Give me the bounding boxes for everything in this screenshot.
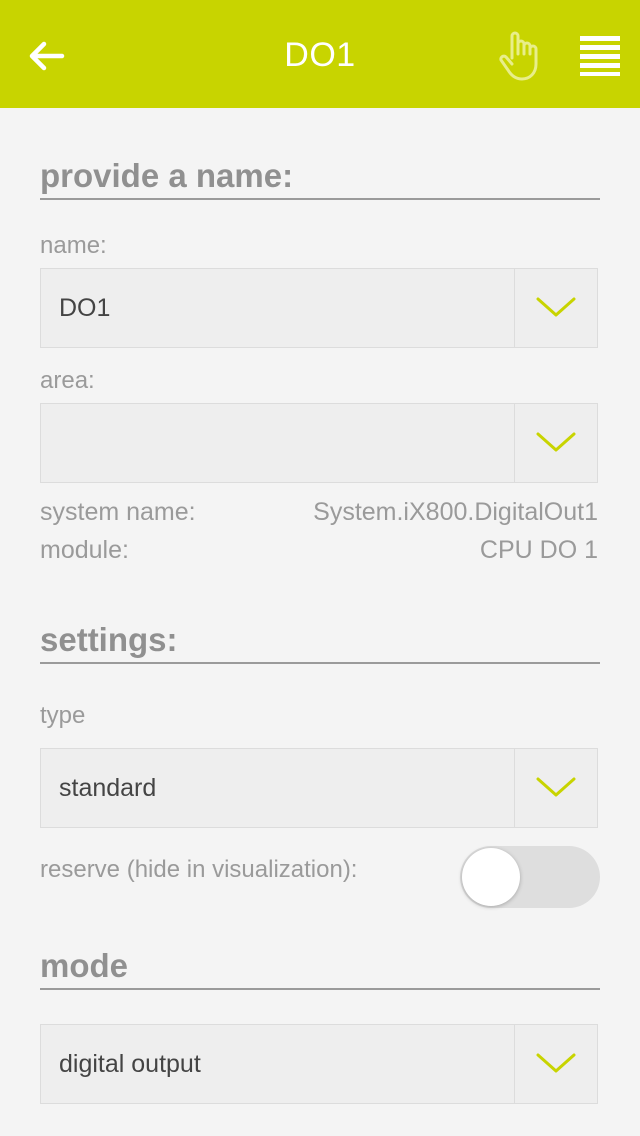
mode-select[interactable]: digital output: [40, 1024, 598, 1104]
toggle-knob: [462, 848, 520, 906]
menu-button[interactable]: [574, 34, 624, 76]
type-select[interactable]: standard: [40, 748, 598, 828]
module-label: module:: [40, 536, 129, 564]
name-select[interactable]: DO1: [40, 268, 598, 348]
system-name-label: system name:: [40, 498, 196, 526]
chevron-down-icon: [536, 297, 576, 317]
area-label: area:: [40, 367, 95, 394]
name-label: name:: [40, 232, 107, 259]
area-dropdown-button[interactable]: [514, 404, 597, 482]
type-value: standard: [59, 774, 157, 802]
chevron-down-icon: [536, 1053, 576, 1073]
app-header: DO1: [0, 0, 640, 108]
name-dropdown-button[interactable]: [514, 269, 597, 347]
chevron-down-icon: [536, 432, 576, 452]
hand-pointer-icon: [499, 31, 538, 81]
type-label: type: [40, 702, 86, 729]
section-title-settings: settings:: [40, 620, 600, 664]
page-title: DO1: [284, 36, 356, 74]
name-value: DO1: [59, 294, 111, 322]
mode-value: digital output: [59, 1050, 201, 1078]
reserve-toggle[interactable]: [460, 846, 600, 908]
mode-dropdown-button[interactable]: [514, 1025, 597, 1103]
section-title-mode: mode: [40, 946, 600, 990]
module-value: CPU DO 1: [479, 536, 598, 564]
chevron-down-icon: [536, 777, 576, 797]
section-title-provide-name: provide a name:: [40, 156, 600, 200]
hamburger-menu-icon: [580, 36, 620, 76]
area-select[interactable]: [40, 403, 598, 483]
hand-button[interactable]: [494, 28, 544, 84]
type-dropdown-button[interactable]: [514, 749, 597, 827]
system-name-value: System.iX800.DigitalOut1: [313, 498, 598, 526]
reserve-label: reserve (hide in visualization):: [40, 856, 358, 883]
